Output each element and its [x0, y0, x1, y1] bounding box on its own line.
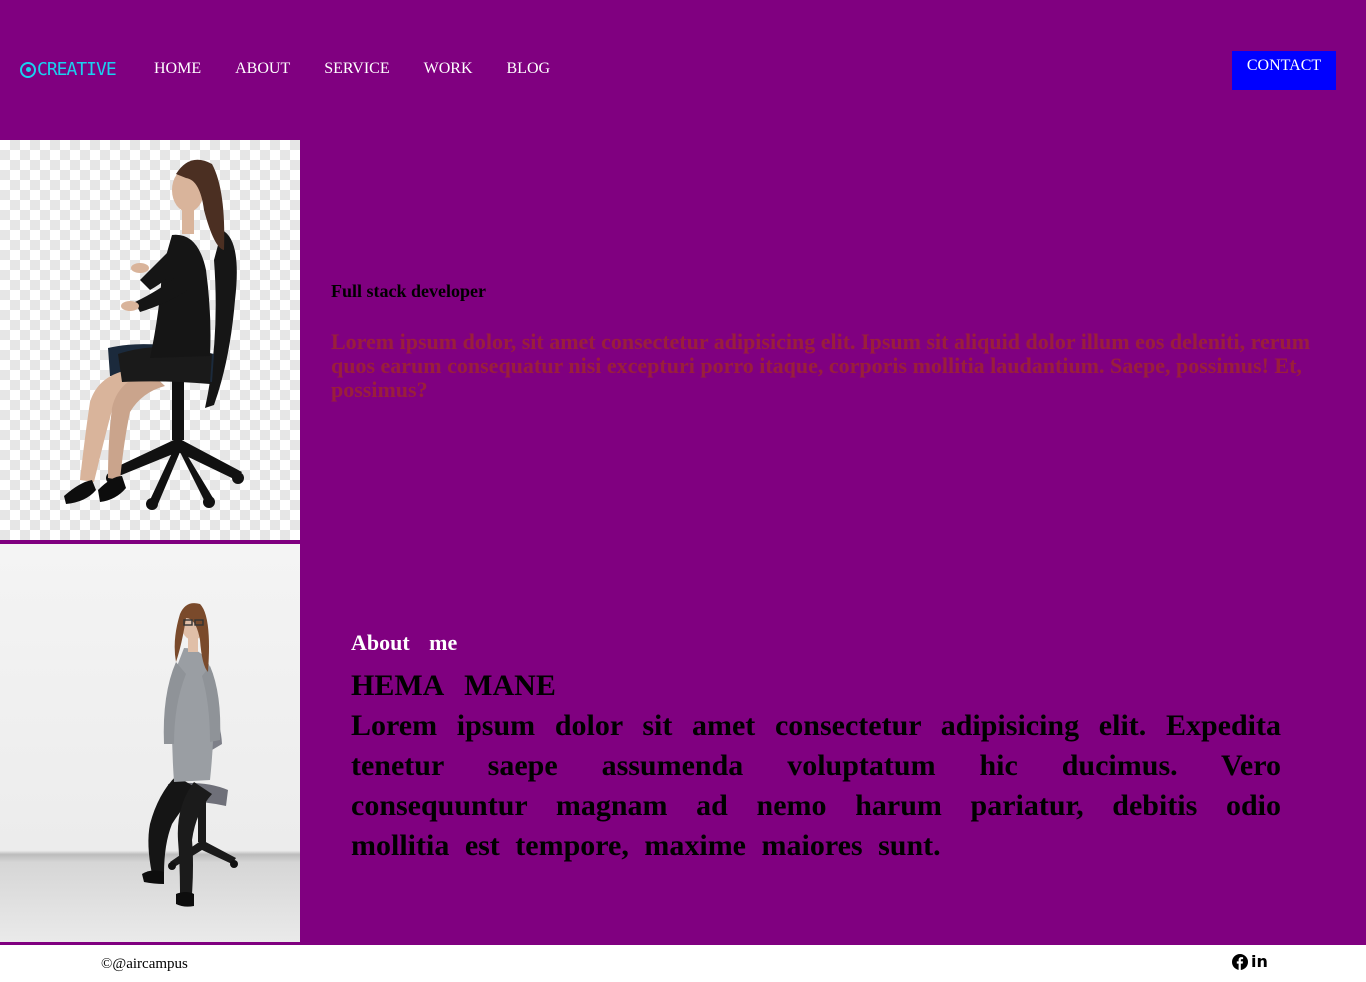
nav-blog[interactable]: BLOG: [507, 60, 551, 78]
site-footer: ©@aircampus in: [0, 945, 1366, 982]
nav-work[interactable]: WORK: [424, 60, 473, 78]
facebook-icon[interactable]: [1232, 954, 1248, 970]
hero-image-seated-side: [0, 140, 300, 540]
about-description: Lorem ipsum dolor sit amet consectetur a…: [351, 709, 1281, 862]
woman-office-chair-side-illustration: [64, 159, 244, 510]
contact-button[interactable]: CONTACT: [1232, 51, 1336, 90]
social-links: in: [1232, 954, 1268, 970]
about-name: HEMA MANE: [351, 669, 556, 702]
linkedin-icon[interactable]: in: [1251, 954, 1268, 970]
brand-logo[interactable]: CREATIVE: [20, 59, 117, 80]
site-header: CREATIVE HOME ABOUT SERVICE WORK BLOG CO…: [0, 0, 1366, 140]
nav-home[interactable]: HOME: [154, 60, 201, 78]
nav-about[interactable]: ABOUT: [235, 60, 290, 78]
main-nav: HOME ABOUT SERVICE WORK BLOG: [154, 60, 584, 78]
hero-subtitle: Full stack developer: [331, 281, 486, 301]
woman-chair-front-illustration: [142, 603, 238, 907]
copyright-text: ©@aircampus: [101, 956, 188, 972]
about-image-seated-front: [0, 544, 300, 942]
about-heading: About me: [351, 630, 458, 655]
hero-description: Lorem ipsum dolor, sit amet consectetur …: [331, 329, 1311, 402]
brand-name: CREATIVE: [37, 59, 117, 80]
logo-icon: [20, 61, 36, 78]
nav-service[interactable]: SERVICE: [324, 60, 389, 78]
